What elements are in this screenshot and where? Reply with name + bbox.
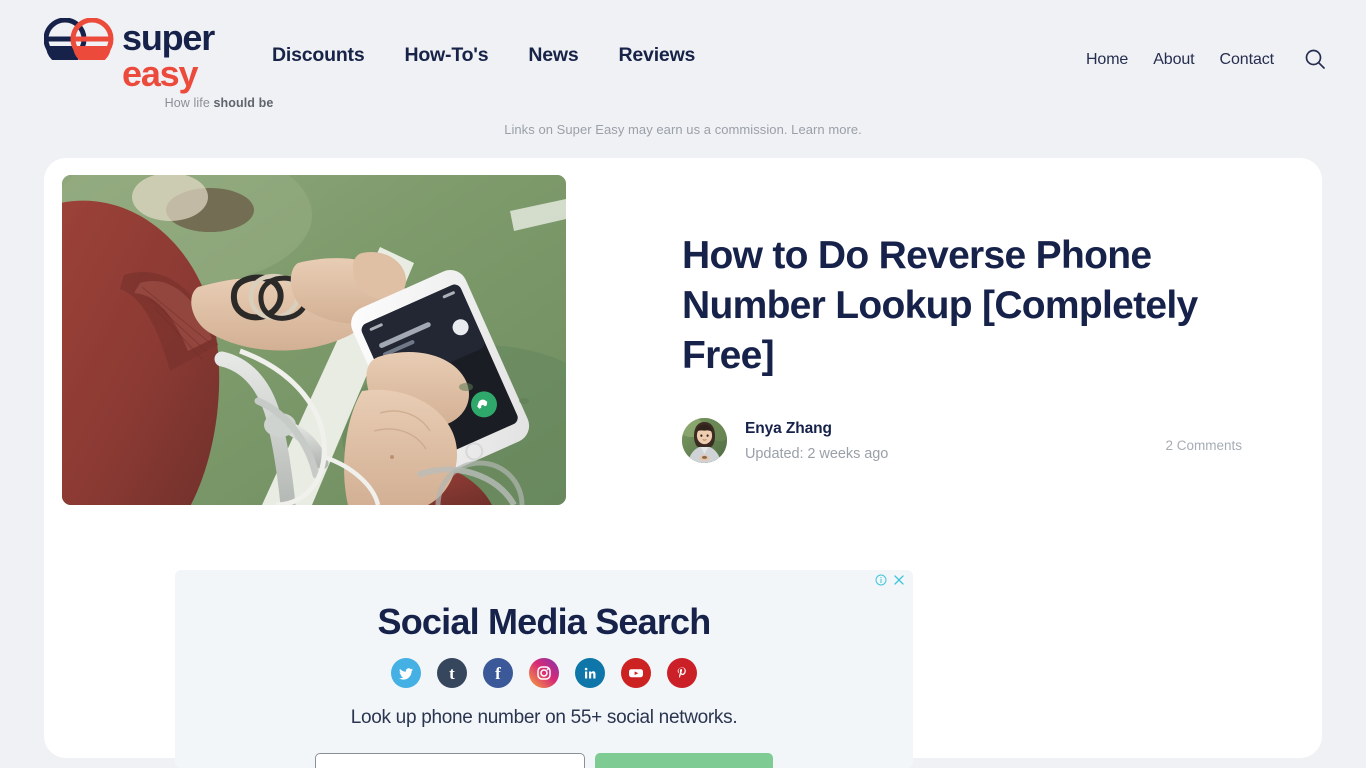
logo-wordmark: super easy — [122, 16, 267, 99]
updated-timestamp: Updated: 2 weeks ago — [745, 445, 889, 462]
article-title: How to Do Reverse Phone Number Lookup [C… — [682, 234, 1198, 377]
logo-mark-icon — [43, 17, 116, 65]
logo-word-super: super — [122, 17, 215, 58]
affiliate-disclosure: Links on Super Easy may earn us a commis… — [504, 122, 862, 137]
logo-word-easy: easy — [122, 53, 198, 94]
ad-social-icons: t f — [175, 658, 913, 688]
nav-item-reviews[interactable]: Reviews — [619, 44, 696, 67]
byline-text: Enya Zhang Updated: 2 weeks ago — [745, 420, 888, 462]
search-button[interactable] — [1302, 47, 1328, 73]
site-header: super easy How life should be Discounts … — [0, 0, 1366, 112]
ad-search-button[interactable] — [595, 753, 773, 768]
logo-tagline: How life should be — [124, 96, 314, 110]
tumblr-icon[interactable]: t — [437, 658, 467, 688]
youtube-icon[interactable] — [621, 658, 651, 688]
author-name[interactable]: Enya Zhang — [745, 420, 832, 437]
site-logo[interactable]: super easy How life should be — [43, 16, 274, 110]
nav-item-home[interactable]: Home — [1086, 51, 1128, 69]
pinterest-icon[interactable] — [667, 658, 697, 688]
tagline-normal: How life — [164, 96, 214, 110]
ad-search-form — [175, 753, 913, 768]
nav-item-about[interactable]: About — [1153, 51, 1194, 69]
utility-navigation: Home About Contact — [1086, 47, 1328, 73]
primary-navigation: Discounts How-To's News Reviews — [272, 44, 695, 67]
article-byline: Enya Zhang Updated: 2 weeks ago 2 Commen… — [682, 418, 1242, 463]
nav-item-contact[interactable]: Contact — [1220, 51, 1275, 69]
linkedin-icon[interactable] — [575, 658, 605, 688]
instagram-icon[interactable] — [529, 658, 559, 688]
author-avatar[interactable] — [682, 418, 727, 463]
tagline-bold: should be — [213, 96, 274, 110]
phone-number-input[interactable] — [315, 753, 585, 768]
search-icon — [1304, 48, 1326, 73]
article-hero-image — [62, 175, 566, 505]
nav-item-news[interactable]: News — [528, 44, 578, 67]
nav-item-discounts[interactable]: Discounts — [272, 44, 365, 67]
close-icon[interactable] — [892, 573, 905, 586]
article-header: How to Do Reverse Phone Number Lookup [C… — [682, 231, 1242, 381]
ad-subtitle: Look up phone number on 55+ social netwo… — [350, 707, 738, 728]
twitter-icon[interactable] — [391, 658, 421, 688]
facebook-icon[interactable]: f — [483, 658, 513, 688]
ad-controls — [874, 573, 905, 586]
advertisement-block: Social Media Search t f Look up phone nu… — [175, 570, 913, 768]
comments-count[interactable]: 2 Comments — [1165, 438, 1242, 453]
adchoices-info-icon[interactable] — [874, 573, 887, 586]
nav-item-how-tos[interactable]: How-To's — [404, 44, 488, 67]
ad-title: Social Media Search — [377, 601, 712, 642]
